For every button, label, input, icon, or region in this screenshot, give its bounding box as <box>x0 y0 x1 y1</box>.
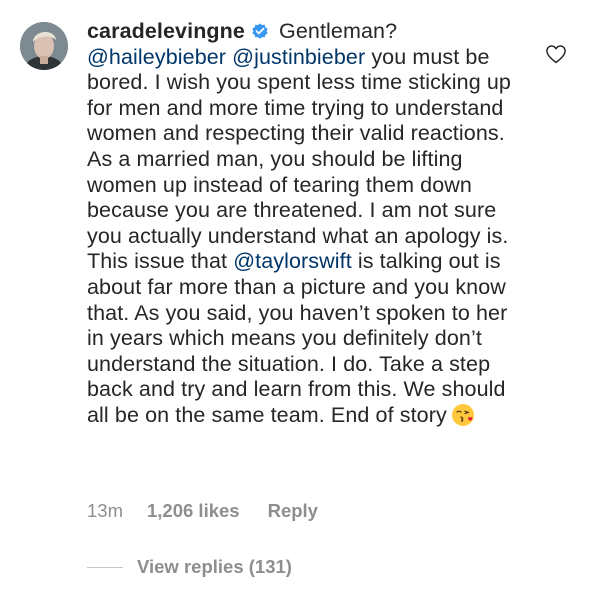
comment-text: Gentleman? <box>272 19 404 43</box>
verified-badge-icon <box>252 23 268 39</box>
likes-count-button[interactable]: 1,206 likes <box>147 500 240 522</box>
view-replies-label: View replies (131) <box>137 556 292 577</box>
avatar[interactable] <box>20 22 68 70</box>
comment-text: is talking out is about far more than a … <box>87 249 514 427</box>
replies-divider <box>87 566 123 568</box>
avatar-image <box>20 22 68 70</box>
mention-link[interactable]: @haileybieber <box>87 45 226 69</box>
comment-text: you must be bored. I wish you spent less… <box>87 44 518 274</box>
reply-button[interactable]: Reply <box>268 500 318 522</box>
comment: caradelevingne Gentleman? @haileybieber … <box>0 0 600 596</box>
face-blowing-kiss-emoji-icon <box>451 403 474 426</box>
comment-meta: 13m 1,206 likes Reply <box>87 500 318 522</box>
username-link[interactable]: caradelevingne <box>87 19 245 43</box>
view-replies-button[interactable]: View replies (131) <box>87 556 292 578</box>
comment-time: 13m <box>87 500 123 521</box>
mention-link[interactable]: @taylorswift <box>233 249 352 273</box>
mention-link[interactable]: @justinbieber <box>232 45 365 69</box>
comment-body: caradelevingne Gentleman? @haileybieber … <box>87 19 527 429</box>
heart-outline-icon[interactable] <box>545 44 567 64</box>
